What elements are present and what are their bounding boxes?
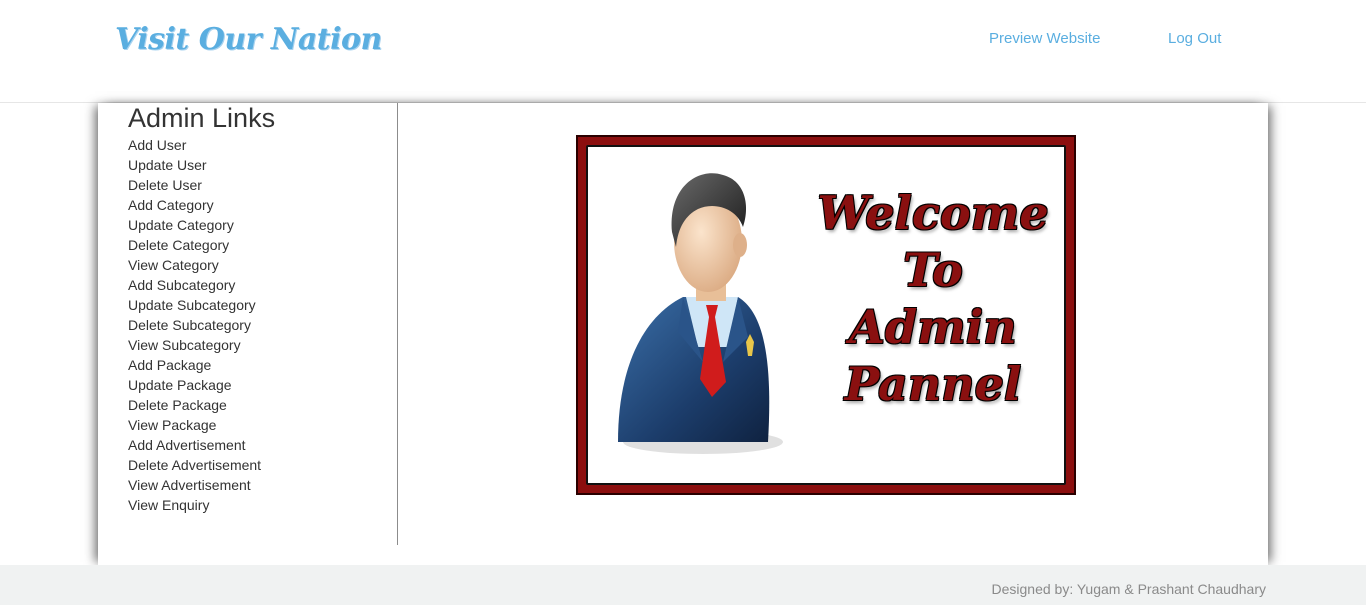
view-package-link[interactable]: View Package (128, 417, 216, 433)
add-subcategory-link[interactable]: Add Subcategory (128, 277, 235, 293)
view-advertisement-link[interactable]: View Advertisement (128, 477, 251, 493)
add-category-link[interactable]: Add Category (128, 197, 214, 213)
list-item: Update User (128, 155, 261, 175)
list-item: Add User (128, 135, 261, 155)
list-item: View Category (128, 255, 261, 275)
update-package-link[interactable]: Update Package (128, 377, 232, 393)
list-item: Delete User (128, 175, 261, 195)
delete-subcategory-link[interactable]: Delete Subcategory (128, 317, 251, 333)
banner-frame: Welcome To Admin Pannel (586, 145, 1066, 485)
list-item: Delete Advertisement (128, 455, 261, 475)
welcome-text: Welcome To Admin Pannel (817, 186, 1049, 411)
update-subcategory-link[interactable]: Update Subcategory (128, 297, 256, 313)
footer: Designed by: Yugam & Prashant Chaudhary (0, 565, 1366, 605)
list-item: Add Category (128, 195, 261, 215)
brand-logo-link[interactable]: Visit Our Nation (115, 22, 382, 57)
logout-link[interactable]: Log Out (1168, 30, 1221, 47)
list-item: Add Package (128, 355, 261, 375)
list-item: Delete Category (128, 235, 261, 255)
footer-credits: Designed by: Yugam & Prashant Chaudhary (991, 581, 1266, 597)
add-advertisement-link[interactable]: Add Advertisement (128, 437, 246, 453)
update-category-link[interactable]: Update Category (128, 217, 234, 233)
delete-user-link[interactable]: Delete User (128, 177, 202, 193)
delete-package-link[interactable]: Delete Package (128, 397, 227, 413)
list-item: Delete Subcategory (128, 315, 261, 335)
list-item: Update Category (128, 215, 261, 235)
admin-links-list: Add User Update User Delete User Add Cat… (128, 135, 261, 515)
view-category-link[interactable]: View Category (128, 257, 219, 273)
sidebar-title: Admin Links (128, 103, 276, 133)
top-navbar: Visit Our Nation Preview Website Log Out (0, 0, 1366, 103)
admin-sidebar: Admin Links Add User Update User Delete … (98, 103, 398, 545)
list-item: View Enquiry (128, 495, 261, 515)
list-item: Add Subcategory (128, 275, 261, 295)
welcome-banner-image: Welcome To Admin Pannel (576, 135, 1076, 495)
view-enquiry-link[interactable]: View Enquiry (128, 497, 209, 513)
preview-website-link[interactable]: Preview Website (989, 30, 1100, 47)
list-item: Update Subcategory (128, 295, 261, 315)
list-item: Add Advertisement (128, 435, 261, 455)
delete-category-link[interactable]: Delete Category (128, 237, 229, 253)
view-subcategory-link[interactable]: View Subcategory (128, 337, 241, 353)
delete-advertisement-link[interactable]: Delete Advertisement (128, 457, 261, 473)
update-user-link[interactable]: Update User (128, 157, 207, 173)
add-package-link[interactable]: Add Package (128, 357, 211, 373)
list-item: View Package (128, 415, 261, 435)
list-item: Update Package (128, 375, 261, 395)
list-item: View Advertisement (128, 475, 261, 495)
add-user-link[interactable]: Add User (128, 137, 186, 153)
main-content: Admin Links Add User Update User Delete … (98, 103, 1268, 565)
list-item: View Subcategory (128, 335, 261, 355)
list-item: Delete Package (128, 395, 261, 415)
